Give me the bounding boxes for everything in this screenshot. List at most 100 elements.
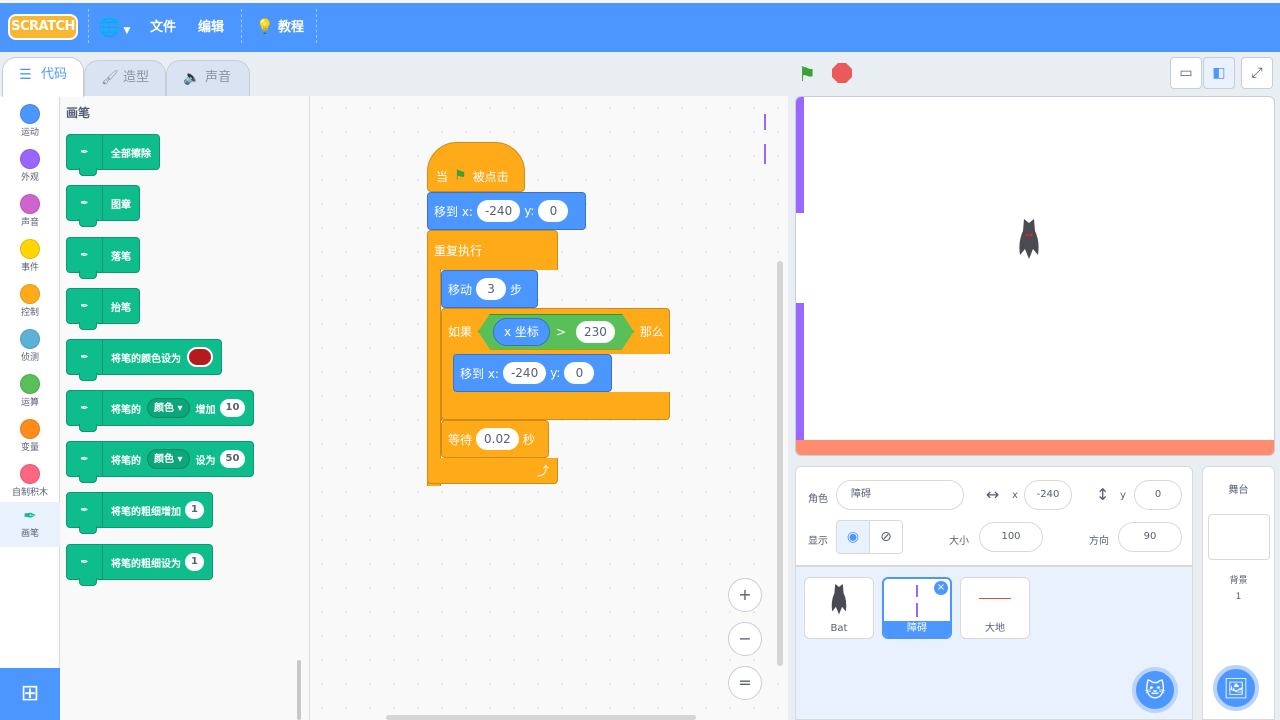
scratch-logo[interactable]: SCRATCH	[8, 14, 78, 40]
color-swatch[interactable]	[187, 347, 213, 367]
x-position-reporter[interactable]: x 坐标	[493, 318, 550, 346]
workspace-vertical-scrollbar[interactable]	[777, 261, 783, 666]
category-label: 事件	[20, 263, 39, 273]
hide-sprite-button[interactable]: ⊘	[869, 520, 903, 554]
block-label: 落笔	[111, 251, 131, 263]
number-input[interactable]: 50	[219, 450, 246, 468]
edit-menu[interactable]: 编辑	[198, 3, 224, 52]
size-input[interactable]: 100	[979, 522, 1043, 552]
change-pen-param-block[interactable]: ✒ 将笔的 颜色 ▾ 增加 10	[66, 390, 255, 432]
block-label: 将笔的颜色设为	[111, 353, 181, 365]
greater-than-operator[interactable]: x 坐标 > 230	[478, 314, 634, 350]
dropdown-value: 颜色	[154, 454, 174, 465]
zoom-in-button[interactable]: +	[728, 578, 762, 612]
move-steps-block[interactable]: 移动 3 步	[441, 270, 538, 308]
when-flag-clicked-block[interactable]: 当 ⚑ 被点击	[427, 142, 525, 192]
tab-code-label: 代码	[41, 67, 68, 82]
category-label: 自制积木	[11, 488, 48, 498]
category-variables[interactable]: 变量	[0, 415, 60, 460]
x-input[interactable]: -240	[1024, 480, 1072, 510]
show-sprite-button[interactable]: ◉	[836, 520, 870, 554]
file-menu[interactable]: 文件	[150, 3, 176, 52]
block-label: 当	[436, 169, 449, 184]
stage-selector[interactable]: 舞台 背景 1 🖼	[1202, 466, 1275, 720]
change-pen-size-block[interactable]: ✒ 将笔的粗细增加 1	[66, 492, 213, 534]
menu-divider	[316, 9, 317, 43]
pen-up-block[interactable]: ✒ 抬笔	[66, 288, 140, 330]
erase-all-block[interactable]: ✒ 全部擦除	[66, 134, 160, 176]
number-input[interactable]: 1	[185, 553, 204, 571]
fullscreen-button[interactable]: ⤢	[1241, 57, 1273, 89]
category-sound[interactable]: 声音	[0, 190, 60, 235]
y-input[interactable]: 0	[564, 362, 595, 384]
zoom-out-button[interactable]: −	[728, 622, 762, 656]
stamp-block[interactable]: ✒ 图章	[66, 185, 140, 227]
category-pen[interactable]: ✒ 画笔	[0, 502, 60, 547]
normal-stage-button[interactable]: ◧	[1203, 57, 1235, 89]
block-label: 被点击	[472, 169, 509, 184]
sprite-tile-obstacle[interactable]: × 障碍	[882, 577, 952, 639]
seconds-input[interactable]: 0.02	[476, 428, 519, 450]
set-pen-size-block[interactable]: ✒ 将笔的粗细设为 1	[66, 544, 213, 586]
x-input[interactable]: -240	[502, 362, 547, 384]
category-events[interactable]: 事件	[0, 235, 60, 280]
delete-sprite-icon[interactable]: ×	[934, 581, 948, 595]
add-extension-button[interactable]: ⊞	[0, 668, 60, 720]
zoom-reset-button[interactable]: =	[728, 666, 762, 700]
number-input[interactable]: 1	[185, 501, 204, 519]
stage-canvas[interactable]	[795, 96, 1275, 456]
sprite-name-input[interactable]: 障碍	[836, 480, 964, 510]
param-dropdown[interactable]: 颜色 ▾	[147, 449, 190, 469]
wait-seconds-block[interactable]: 等待 0.02 秒	[441, 420, 549, 458]
language-menu[interactable]: 🌐 ▼	[98, 3, 130, 52]
pen-icon: ✒	[67, 391, 103, 425]
go-to-xy-block[interactable]: 移到 x: -240 y: 0	[427, 192, 586, 230]
category-operators[interactable]: 运算	[0, 370, 60, 415]
y-input[interactable]: 0	[538, 200, 569, 222]
bat-sprite[interactable]	[1016, 219, 1042, 261]
small-stage-button[interactable]: ▭	[1170, 57, 1202, 89]
tab-code[interactable]: ☰ 代码	[2, 57, 84, 97]
y-input[interactable]: 0	[1134, 480, 1182, 510]
operator-symbol: >	[555, 324, 566, 339]
tutorials-menu[interactable]: 💡 教程	[256, 3, 304, 52]
category-looks[interactable]: 外观	[0, 145, 60, 190]
block-label: y:	[550, 366, 561, 380]
speaker-icon: 🔈	[183, 70, 201, 86]
tab-costumes[interactable]: 🖌 造型	[84, 60, 166, 96]
globe-icon: 🌐	[98, 17, 121, 38]
category-my-blocks[interactable]: 自制积木	[0, 460, 60, 505]
palette-scrollbar[interactable]	[297, 660, 301, 720]
obstacle-wall	[796, 97, 804, 213]
green-flag-button[interactable]: ⚑	[798, 62, 816, 86]
zoom-reset-icon: =	[738, 673, 752, 692]
block-categories: 运动 外观 声音 事件 控制 侦测 运算 变量 自制积木 ✒ 画笔	[0, 96, 60, 668]
pen-down-block[interactable]: ✒ 落笔	[66, 237, 140, 279]
steps-input[interactable]: 3	[476, 278, 507, 300]
compare-input[interactable]: 230	[576, 321, 615, 343]
add-backdrop-button[interactable]: 🖼	[1213, 665, 1259, 711]
code-workspace[interactable]: 当 ⚑ 被点击 移到 x: -240 y: 0 重复执行 ⤴ 移动 3 步 如果…	[310, 96, 788, 720]
workspace-horizontal-scrollbar[interactable]	[386, 715, 696, 720]
param-dropdown[interactable]: 颜色 ▾	[147, 398, 190, 418]
add-sprite-button[interactable]: 🐱	[1132, 667, 1178, 713]
stop-button[interactable]	[832, 63, 852, 83]
category-motion[interactable]: 运动	[0, 100, 60, 145]
number-input[interactable]: 10	[219, 399, 246, 417]
x-input[interactable]: -240	[476, 200, 521, 222]
category-sensing[interactable]: 侦测	[0, 325, 60, 370]
if-block-bottom	[441, 392, 670, 420]
go-to-xy-block[interactable]: 移到 x: -240 y: 0	[453, 354, 612, 392]
block-label: 那么	[639, 325, 664, 339]
if-then-block[interactable]: 如果 x 坐标 > 230 那么	[441, 308, 670, 354]
category-control[interactable]: 控制	[0, 280, 60, 325]
sprite-tile-bat[interactable]: Bat	[804, 577, 874, 639]
forever-block[interactable]: 重复执行	[427, 230, 558, 270]
obstacle-thumbnail	[916, 585, 918, 597]
loop-arrow-icon: ⤴	[536, 464, 549, 478]
set-pen-param-block[interactable]: ✒ 将笔的 颜色 ▾ 设为 50	[66, 441, 255, 483]
direction-input[interactable]: 90	[1118, 522, 1182, 552]
set-pen-color-block[interactable]: ✒ 将笔的颜色设为	[66, 339, 222, 381]
tab-sounds[interactable]: 🔈 声音	[166, 60, 250, 96]
sprite-tile-ground[interactable]: 大地	[960, 577, 1030, 639]
